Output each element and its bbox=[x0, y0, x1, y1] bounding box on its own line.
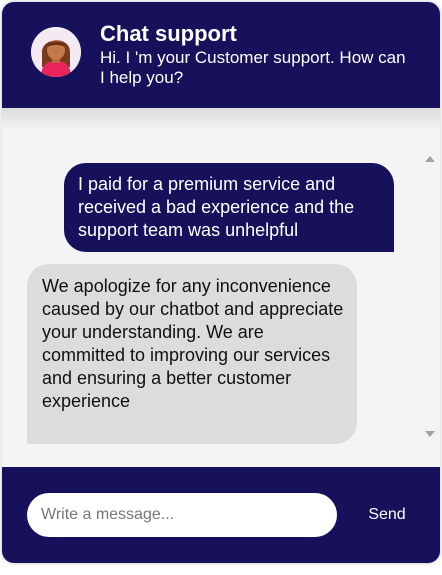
header-shadow bbox=[2, 108, 440, 132]
send-button[interactable]: Send bbox=[357, 503, 417, 527]
scroll-down-arrow-icon[interactable] bbox=[425, 431, 435, 437]
user-message-bubble: I paid for a premium service and receive… bbox=[64, 163, 394, 252]
scrollbar[interactable] bbox=[422, 152, 437, 442]
message-input[interactable] bbox=[27, 493, 337, 537]
woman-avatar-icon bbox=[31, 27, 81, 77]
message-list[interactable]: I paid for a premium service and receive… bbox=[2, 108, 440, 467]
composer-bar: Send bbox=[2, 467, 440, 563]
chat-header: Chat support Hi. I 'm your Customer supp… bbox=[2, 2, 440, 108]
chat-subtitle: Hi. I 'm your Customer support. How can … bbox=[100, 48, 406, 87]
scroll-up-arrow-icon[interactable] bbox=[425, 156, 435, 162]
chat-widget: Chat support Hi. I 'm your Customer supp… bbox=[2, 2, 440, 563]
chat-title: Chat support bbox=[100, 21, 237, 46]
bot-message-bubble: We apologize for any inconvenience cause… bbox=[27, 264, 357, 444]
